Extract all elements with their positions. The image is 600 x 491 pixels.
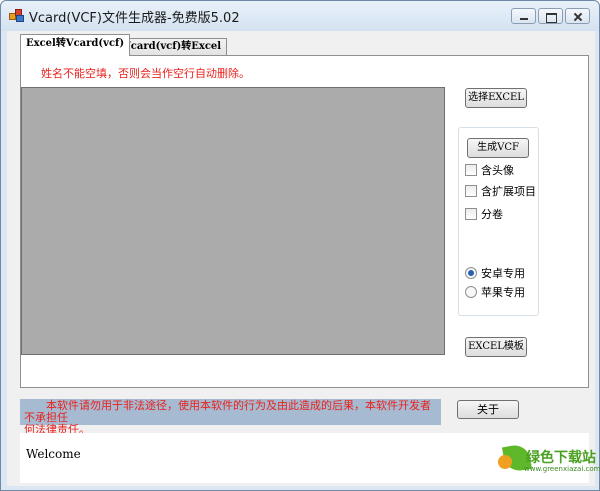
select-excel-button[interactable]: 选择EXCEL (465, 88, 527, 108)
window-title: Vcard(VCF)文件生成器-免费版5.02 (29, 11, 240, 26)
include-extended-checkbox[interactable] (465, 185, 477, 197)
name-required-warning: 姓名不能空填，否则会当作空行自动删除。 (41, 67, 250, 80)
minimize-icon (512, 9, 535, 23)
excel-template-button[interactable]: EXCEL模板 (465, 337, 527, 357)
log-text: Welcome (26, 447, 81, 461)
include-extended-label: 含扩展项目 (481, 185, 536, 198)
watermark-url: www.greenxiazai.com (524, 465, 600, 473)
client-area: Excel转Vcard(vcf) Vcard(vcf)转Excel 姓名不能空填… (7, 31, 595, 486)
maximize-button[interactable] (538, 8, 563, 24)
disclaimer-text: 本软件请勿用于非法途径，使用本软件的行为及由此造成的后果，本软件开发者不承担任 … (20, 399, 441, 436)
tab-excel-to-vcard[interactable]: Excel转Vcard(vcf) (20, 34, 131, 56)
tab-vcard-to-excel[interactable]: Vcard(vcf)转Excel (117, 38, 228, 55)
title-bar: Vcard(VCF)文件生成器-免费版5.02 (1, 1, 599, 31)
android-radio-label: 安卓专用 (481, 267, 525, 280)
disclaimer-line-1: 本软件请勿用于非法途径，使用本软件的行为及由此造成的后果，本软件开发者不承担任 (24, 399, 431, 424)
include-avatar-checkbox[interactable] (465, 164, 477, 176)
maximize-icon (539, 9, 562, 23)
generate-vcf-button[interactable]: 生成VCF (467, 138, 529, 158)
about-button[interactable]: 关于 (457, 400, 519, 419)
android-radio[interactable] (465, 267, 477, 279)
watermark-title: 绿色下载站 (526, 450, 596, 466)
app-icon (9, 9, 25, 23)
split-volume-checkbox[interactable] (465, 208, 477, 220)
orange-dot-icon (498, 455, 512, 469)
data-preview-area[interactable] (21, 87, 445, 355)
apple-radio[interactable] (465, 286, 477, 298)
close-button[interactable] (565, 8, 590, 24)
minimize-button[interactable] (511, 8, 536, 24)
tab-panel: 姓名不能空填，否则会当作空行自动删除。 选择EXCEL 生成VCF 含头像 含扩… (20, 55, 589, 388)
options-group: 生成VCF 含头像 含扩展项目 分卷 安卓专用 苹果专用 (458, 127, 539, 316)
apple-radio-label: 苹果专用 (481, 286, 525, 299)
close-icon (566, 9, 589, 23)
app-window: Vcard(VCF)文件生成器-免费版5.02 Excel转Vcard(vcf)… (0, 0, 600, 491)
split-volume-label: 分卷 (481, 208, 503, 221)
include-avatar-label: 含头像 (481, 164, 514, 177)
site-watermark-logo: 绿色下载站 www.greenxiazai.com (490, 442, 600, 489)
